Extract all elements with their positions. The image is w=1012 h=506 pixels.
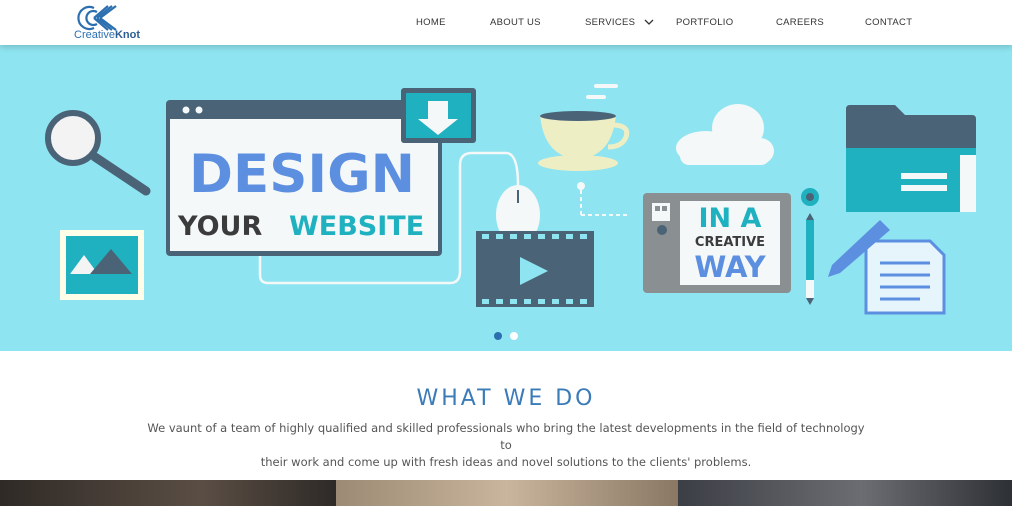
slider-dot-2[interactable] bbox=[510, 332, 518, 340]
what-we-do-description: We vaunt of a team of highly qualified a… bbox=[140, 420, 872, 471]
site-header: CreativeKnot HOME ABOUT US SERVICES PORT… bbox=[0, 0, 1012, 45]
magnifier-icon bbox=[45, 110, 151, 196]
nav-services[interactable]: SERVICES bbox=[585, 17, 635, 28]
video-player-icon bbox=[476, 231, 594, 307]
service-photo-1[interactable] bbox=[0, 480, 336, 506]
logo-text-knot: Knot bbox=[114, 29, 141, 41]
cloud-icon bbox=[676, 104, 774, 165]
logo-wordmark[interactable]: CreativeKnot bbox=[74, 29, 140, 41]
hero-slider[interactable]: DESIGN YOUR WEBSITE IN A CREATIVE WAY bbox=[0, 45, 1012, 351]
tablet-text-line1: IN A bbox=[699, 203, 762, 234]
tablet-text-line2: CREATIVE bbox=[695, 235, 765, 250]
what-we-do-description-line-1: We vaunt of a team of highly qualified a… bbox=[147, 421, 865, 452]
tablet-icon: IN A CREATIVE WAY bbox=[643, 193, 791, 293]
tablet-text-line3: WAY bbox=[694, 250, 766, 284]
nav-about-us[interactable]: ABOUT US bbox=[490, 17, 541, 28]
service-photo-3[interactable] bbox=[678, 480, 1012, 506]
folder-icon bbox=[846, 105, 976, 212]
hero-headline: DESIGN bbox=[189, 144, 415, 205]
what-we-do-description-line-2: their work and come up with fresh ideas … bbox=[260, 455, 752, 469]
hero-subline-your: YOUR bbox=[177, 211, 262, 242]
chevron-down-icon[interactable] bbox=[644, 17, 654, 27]
nav-portfolio[interactable]: PORTFOLIO bbox=[676, 17, 733, 28]
page: CreativeKnot HOME ABOUT US SERVICES PORT… bbox=[0, 0, 1012, 506]
stylus-icon bbox=[801, 188, 819, 305]
document-pencil-icon bbox=[828, 220, 946, 315]
hero-subline-website: WEBSITE bbox=[289, 211, 424, 242]
nav-contact[interactable]: CONTACT bbox=[865, 17, 912, 28]
slider-dot-1[interactable] bbox=[494, 332, 502, 340]
service-photo-2[interactable] bbox=[336, 480, 678, 506]
coffee-cup-icon bbox=[538, 84, 630, 216]
nav-careers[interactable]: CAREERS bbox=[776, 17, 824, 28]
browser-window-icon: DESIGN YOUR WEBSITE bbox=[166, 100, 442, 256]
download-icon bbox=[401, 88, 476, 143]
nav-home[interactable]: HOME bbox=[416, 17, 446, 28]
what-we-do-title: WHAT WE DO bbox=[416, 386, 596, 411]
image-placeholder-icon bbox=[60, 230, 144, 300]
logo-text-creative: Creative bbox=[74, 29, 115, 41]
hero-illustration: DESIGN YOUR WEBSITE IN A CREATIVE WAY bbox=[45, 84, 976, 315]
